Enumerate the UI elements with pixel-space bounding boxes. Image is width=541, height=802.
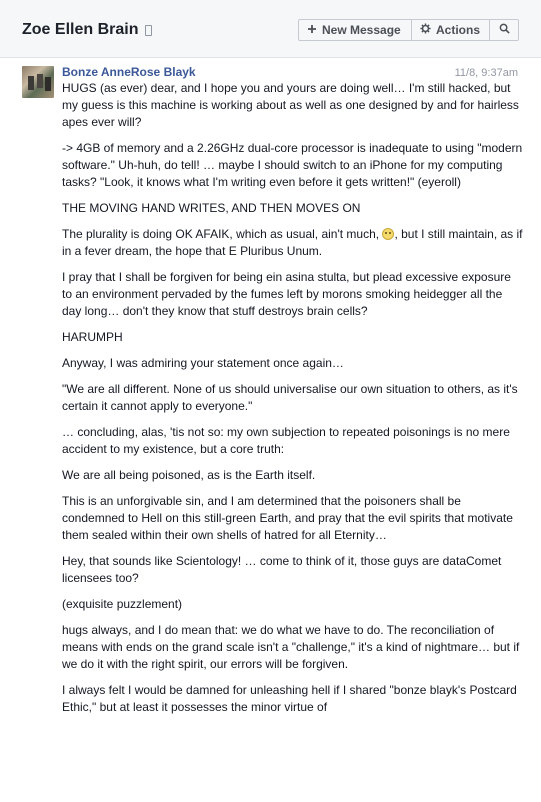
message-paragraph-plurality: The plurality is doing OK AFAIK, which a… bbox=[62, 226, 524, 260]
actions-label: Actions bbox=[436, 23, 481, 37]
conversation-header: Zoe Ellen Brain New Message Actions bbox=[0, 0, 541, 58]
conversation-title-text: Zoe Ellen Brain bbox=[22, 21, 139, 38]
message-paragraph: HUGS (as ever) dear, and I hope you and … bbox=[62, 81, 519, 129]
search-icon bbox=[499, 23, 510, 37]
message-paragraph: hugs always, and I do mean that: we do w… bbox=[62, 623, 520, 671]
search-button[interactable] bbox=[489, 19, 519, 41]
smiley-icon bbox=[382, 228, 395, 240]
message-paragraph: Anyway, I was admiring your statement on… bbox=[62, 356, 344, 370]
header-button-group: New Message Actions bbox=[298, 19, 519, 41]
message-paragraph: (exquisite puzzlement) bbox=[62, 597, 183, 611]
plus-icon bbox=[307, 23, 317, 37]
new-message-label: New Message bbox=[322, 23, 401, 37]
new-message-button[interactable]: New Message bbox=[298, 19, 412, 41]
message-paragraph: I pray that I shall be forgiven for bein… bbox=[62, 270, 511, 318]
message-paragraph: Hey, that sounds like Scientology! … com… bbox=[62, 554, 502, 585]
message-paragraph: HARUMPH bbox=[62, 330, 123, 344]
message-timestamp: 11/8, 9:37am bbox=[454, 67, 518, 79]
conversation-title: Zoe Ellen Brain bbox=[22, 21, 153, 39]
sender-avatar[interactable] bbox=[22, 66, 54, 98]
gear-icon bbox=[420, 23, 431, 37]
sender-name-link[interactable]: Bonze AnneRose Blayk bbox=[62, 65, 196, 79]
message-paragraph: "We are all different. None of us should… bbox=[62, 382, 518, 413]
message-paragraph: -> 4GB of memory and a 2.26GHz dual-core… bbox=[62, 141, 523, 189]
message-paragraph: THE MOVING HAND WRITES, AND THEN MOVES O… bbox=[62, 201, 361, 215]
message-paragraph: … concluding, alas, 'tis not so: my own … bbox=[62, 425, 510, 456]
plurality-text-before: The plurality is doing OK AFAIK, which a… bbox=[62, 227, 383, 241]
message-paragraph: I always felt I would be damned for unle… bbox=[62, 683, 517, 714]
message-body: HUGS (as ever) dear, and I hope you and … bbox=[62, 80, 524, 725]
message-paragraph: We are all being poisoned, as is the Ear… bbox=[62, 468, 316, 482]
mobile-phone-icon bbox=[145, 24, 153, 36]
actions-button[interactable]: Actions bbox=[411, 19, 490, 41]
message-paragraph: This is an unforgivable sin, and I am de… bbox=[62, 494, 513, 542]
